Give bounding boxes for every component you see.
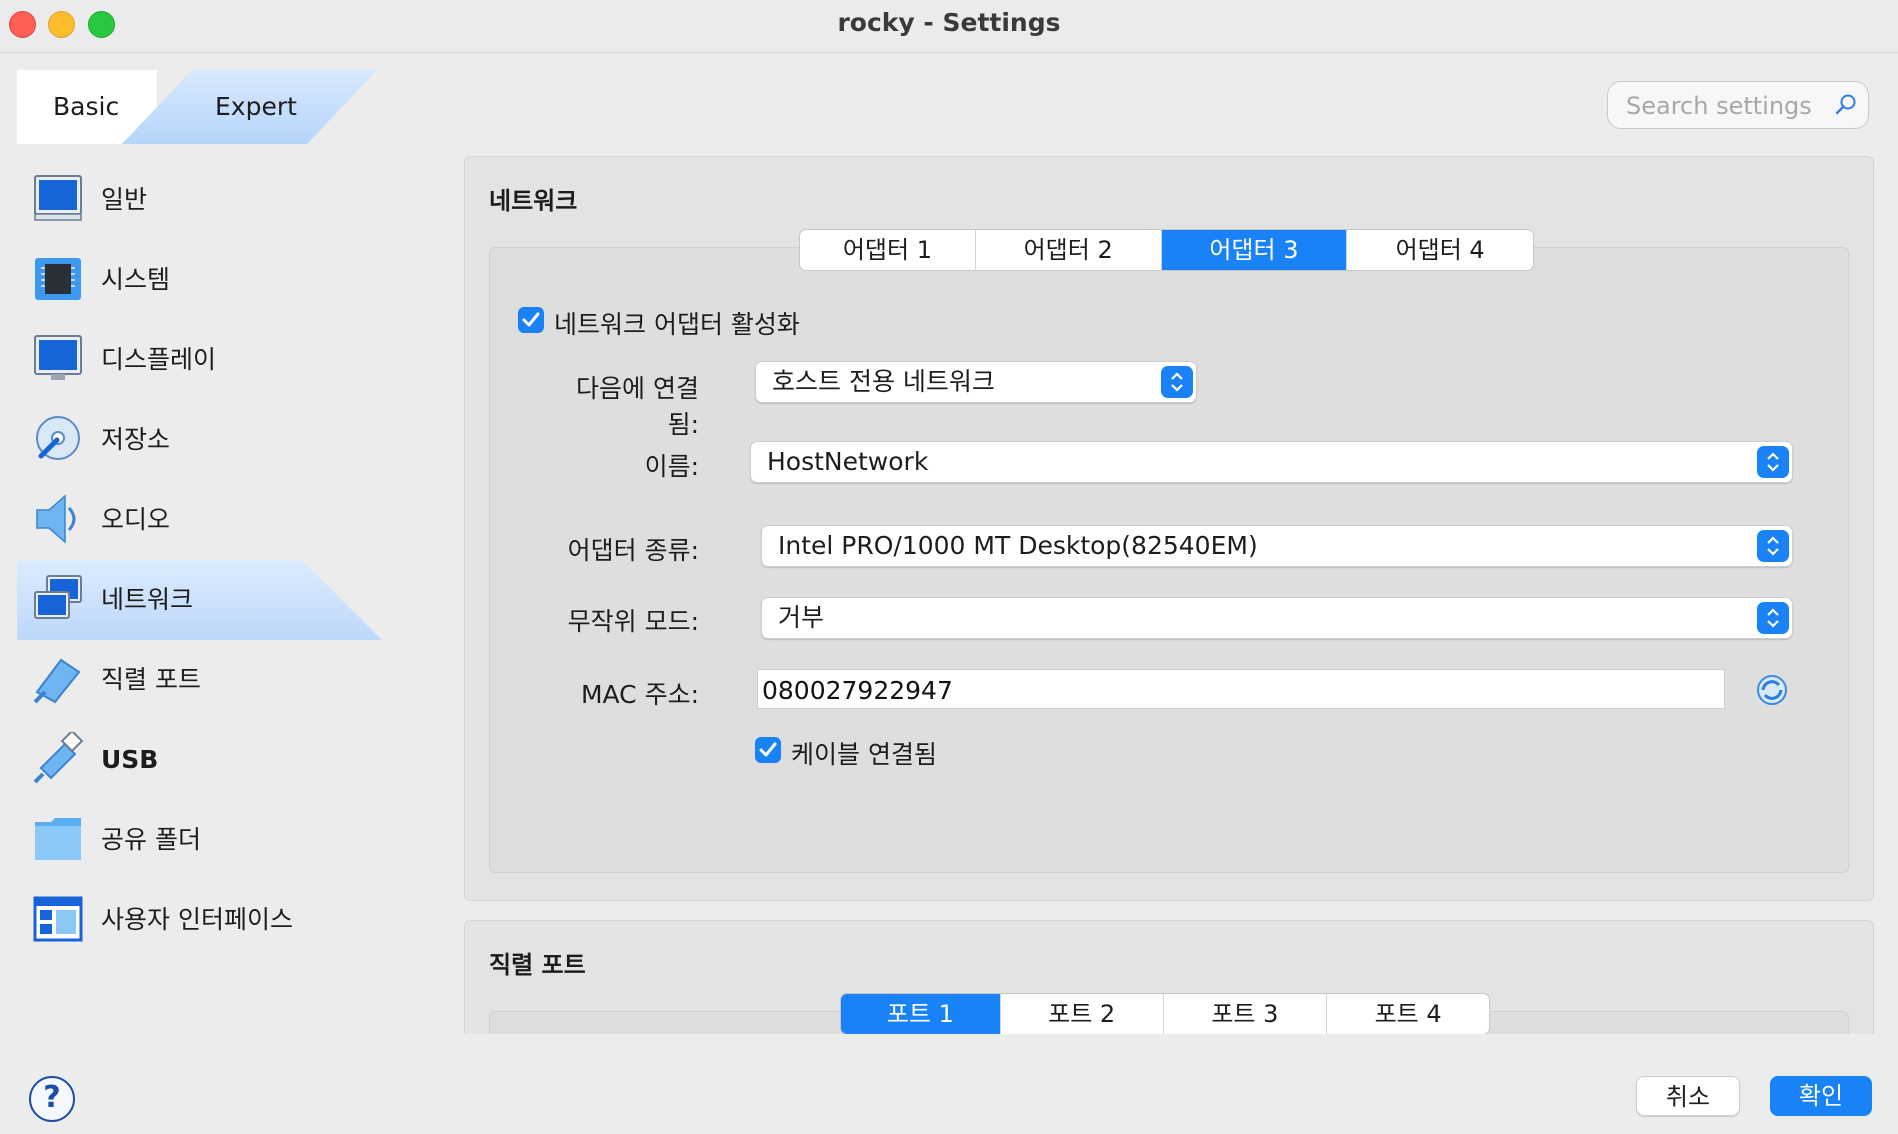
checkmark-icon [522,312,540,327]
network-section: 네트워크 어댑터 1 어댑터 2 어댑터 3 어댑터 4 네트워크 어댑터 활성… [464,156,1874,901]
select-stepper-icon [1757,446,1789,478]
tab-adapter-2[interactable]: 어댑터 2 [976,230,1162,270]
select-stepper-icon [1757,602,1789,634]
name-select[interactable]: HostNetwork [750,441,1793,483]
adapter-type-value: Intel PRO/1000 MT Desktop(82540EM) [778,531,1258,560]
refresh-mac-icon[interactable] [1755,673,1789,707]
mac-address-field[interactable] [757,669,1725,709]
tab-port-4[interactable]: 포트 4 [1327,994,1489,1034]
name-value: HostNetwork [767,447,929,476]
promiscuous-mode-value: 거부 [778,603,825,632]
port-tabs: 포트 1 포트 2 포트 3 포트 4 [840,993,1490,1034]
tab-port-1[interactable]: 포트 1 [841,994,1001,1034]
attached-to-label: 다음에 연결됨: [576,374,699,439]
settings-window: rocky - Settings Basic Expert 일반 [0,0,1898,1134]
tab-port-3[interactable]: 포트 3 [1164,994,1328,1034]
attached-to-select[interactable]: 호스트 전용 네트워크 [755,361,1197,403]
tab-adapter-4[interactable]: 어댑터 4 [1347,230,1533,270]
mac-address-input[interactable] [760,672,1682,708]
checkmark-icon [759,742,777,757]
select-stepper-icon [1757,530,1789,562]
help-button[interactable]: ? [29,1076,75,1122]
cable-connected-label: 케이블 연결됨 [791,740,937,769]
cancel-button[interactable]: 취소 [1636,1076,1740,1116]
ok-button[interactable]: 확인 [1770,1076,1872,1116]
enable-adapter-checkbox[interactable] [518,307,544,333]
section-title: 직렬 포트 [489,951,586,979]
tab-port-2[interactable]: 포트 2 [1001,994,1164,1034]
tab-adapter-3[interactable]: 어댑터 3 [1161,230,1348,270]
promiscuous-mode-select[interactable]: 거부 [761,597,1793,639]
attached-to-value: 호스트 전용 네트워크 [772,367,995,396]
adapter-tabs: 어댑터 1 어댑터 2 어댑터 3 어댑터 4 [799,229,1534,271]
select-stepper-icon [1161,366,1193,398]
help-icon: ? [43,1080,61,1115]
promiscuous-mode-label: 무작위 모드: [567,607,699,636]
mac-address-label: MAC 주소: [580,680,699,709]
enable-adapter-label: 네트워크 어댑터 활성화 [554,310,800,339]
tab-adapter-1[interactable]: 어댑터 1 [800,230,976,270]
settings-content: 네트워크 어댑터 1 어댑터 2 어댑터 3 어댑터 4 네트워크 어댑터 활성… [0,0,1898,1034]
adapter-type-select[interactable]: Intel PRO/1000 MT Desktop(82540EM) [761,525,1793,567]
cable-connected-checkbox[interactable] [755,737,781,763]
adapter-type-label: 어댑터 종류: [567,536,699,565]
serial-ports-section: 직렬 포트 포트 1 포트 2 포트 3 포트 4 [464,920,1874,1034]
name-label: 이름: [644,452,699,481]
section-title: 네트워크 [489,187,578,215]
